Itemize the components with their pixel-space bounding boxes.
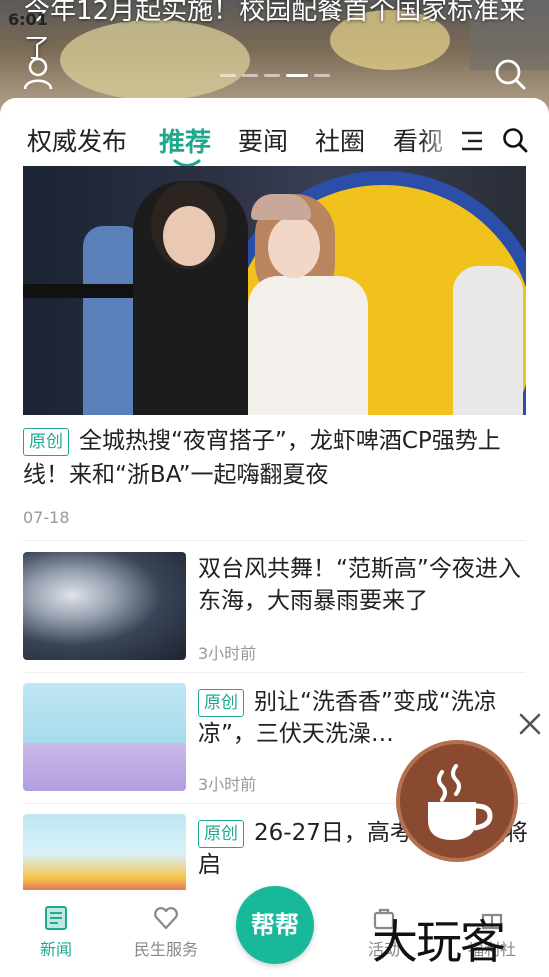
pagination-dot <box>220 74 236 77</box>
performer-shape <box>453 266 523 415</box>
performer-hat <box>251 194 311 220</box>
article-thumbnail[interactable] <box>23 814 186 894</box>
keyboard-shape <box>23 284 133 298</box>
original-badge: 原创 <box>198 819 244 848</box>
user-icon[interactable] <box>22 56 54 90</box>
performer-face <box>163 206 215 266</box>
pagination-dot-active <box>286 74 308 77</box>
status-time: 6:01 <box>8 10 48 29</box>
nav-item-news[interactable]: 新闻 <box>36 904 76 960</box>
divider <box>23 672 526 673</box>
featured-title-text: 全城热搜“夜宵搭子”，龙虾啤酒CP强势上线！来和“浙BA”一起嗨翻夏夜 <box>23 428 501 488</box>
watermark-logo: 大玩客 <box>372 915 506 969</box>
original-badge: 原创 <box>23 427 69 456</box>
floating-coffee-button[interactable] <box>400 744 514 858</box>
close-icon[interactable] <box>518 712 542 736</box>
pagination-dot <box>264 74 280 77</box>
banner-title[interactable]: 今年12月起实施！校园配餐首个国家标准来了 <box>24 0 534 68</box>
news-icon <box>45 906 67 930</box>
nav-item-services[interactable]: 民生服务 <box>130 904 202 960</box>
search-icon[interactable] <box>502 127 528 153</box>
article-title[interactable]: 双台风共舞！“范斯高”今夜进入东海，大雨暴雨要来了 <box>198 553 528 617</box>
tabs-fade <box>420 120 460 160</box>
article-thumbnail[interactable] <box>23 683 186 791</box>
nav-label: 民生服务 <box>133 940 198 959</box>
heart-icon <box>154 907 178 930</box>
article-time: 3小时前 <box>198 775 257 794</box>
featured-article-title[interactable]: 原创 全城热搜“夜宵搭子”，龙虾啤酒CP强势上线！来和“浙BA”一起嗨翻夏夜 <box>23 424 528 492</box>
article-title[interactable]: 原创 别让“洗香香”变成“洗凉凉”，三伏天洗澡… <box>198 686 528 750</box>
tab-headlines[interactable]: 要闻 <box>238 122 288 158</box>
article-time: 3小时前 <box>198 644 257 663</box>
article-thumbnail[interactable] <box>23 552 186 660</box>
performer-face <box>268 216 320 278</box>
menu-icon[interactable] <box>460 130 484 152</box>
coffee-cup-icon <box>428 764 493 840</box>
featured-article-time: 07-18 <box>23 508 70 527</box>
banner-pagination <box>220 74 330 77</box>
divider <box>23 540 526 541</box>
original-badge: 原创 <box>198 688 244 717</box>
nav-label: 新闻 <box>39 940 72 959</box>
tab-recommend[interactable]: 推荐 <box>159 122 211 159</box>
performer-shape <box>248 276 368 415</box>
tab-authority[interactable]: 权威发布 <box>27 122 127 158</box>
tab-community[interactable]: 社圈 <box>315 122 365 158</box>
featured-image[interactable] <box>23 166 526 415</box>
pagination-dot <box>242 74 258 77</box>
help-center-button[interactable]: 帮帮 <box>236 886 314 964</box>
pagination-dot <box>314 74 330 77</box>
search-icon[interactable] <box>494 58 526 90</box>
